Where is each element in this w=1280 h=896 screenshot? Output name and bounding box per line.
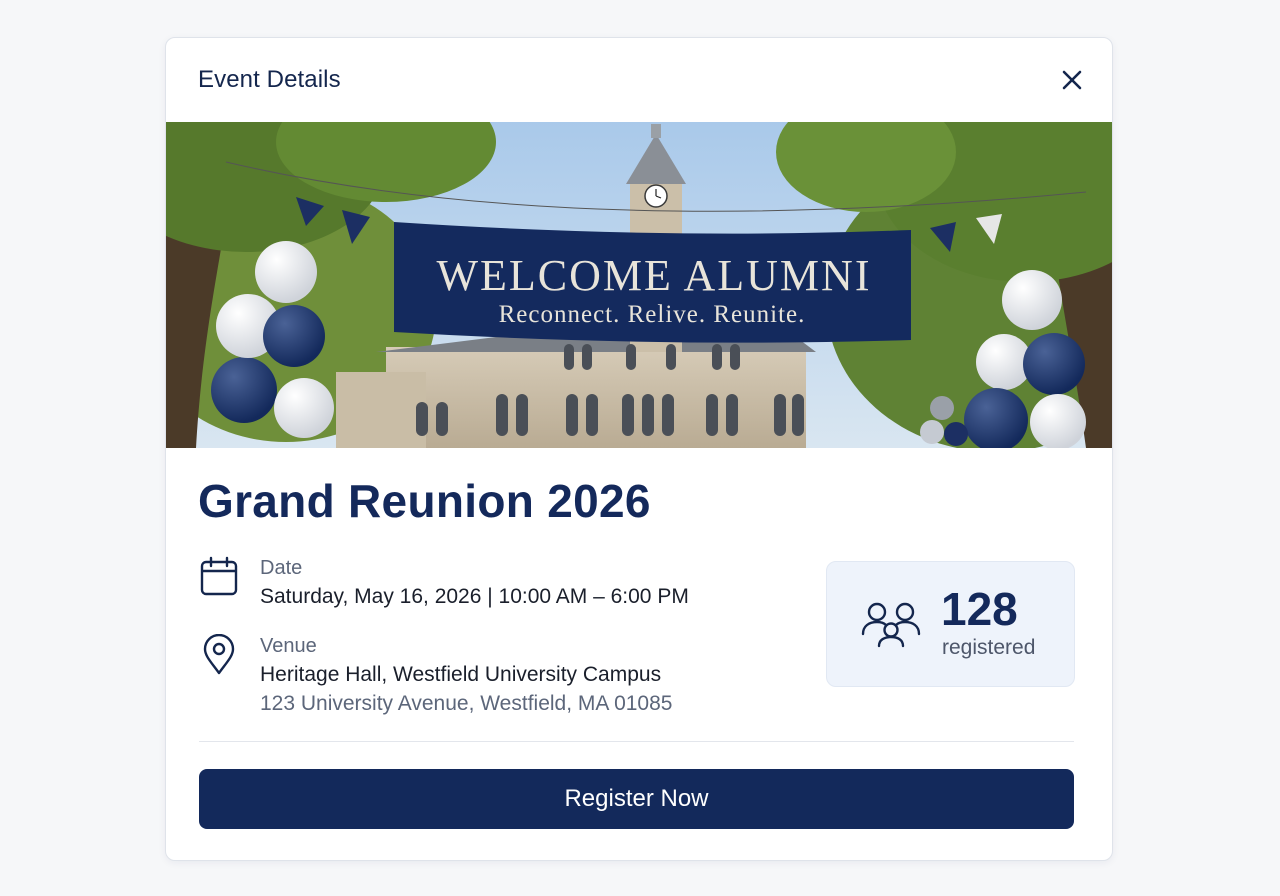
venue-address: 123 University Avenue, Westfield, MA 010… [260, 692, 673, 715]
modal-header: Event Details [166, 38, 1112, 122]
register-now-button[interactable]: Register Now [199, 769, 1074, 829]
registered-label: registered [942, 636, 1036, 659]
modal-title: Event Details [198, 66, 341, 93]
venue-label: Venue [260, 635, 317, 657]
close-button[interactable] [1056, 64, 1088, 96]
registered-count: 128 [941, 583, 1018, 635]
event-details-modal: Event Details WELCOME ALUMNI Reconnect. … [165, 37, 1113, 861]
divider [199, 741, 1074, 742]
close-icon [1062, 70, 1082, 90]
banner-subtitle: Reconnect. Relive. Reunite. [499, 301, 806, 328]
registrations-card: 128 registered [826, 561, 1075, 687]
banner-title: WELCOME ALUMNI [437, 251, 872, 300]
date-value: Saturday, May 16, 2026 | 10:00 AM – 6:00… [260, 585, 689, 608]
location-pin-icon [202, 633, 236, 676]
date-label: Date [260, 557, 303, 579]
calendar-icon [199, 556, 239, 598]
event-hero-image: WELCOME ALUMNI Reconnect. Relive. Reunit… [166, 122, 1112, 448]
venue-name: Heritage Hall, Westfield University Camp… [260, 663, 662, 686]
event-title: Grand Reunion 2026 [198, 475, 651, 527]
group-icon [861, 600, 921, 648]
